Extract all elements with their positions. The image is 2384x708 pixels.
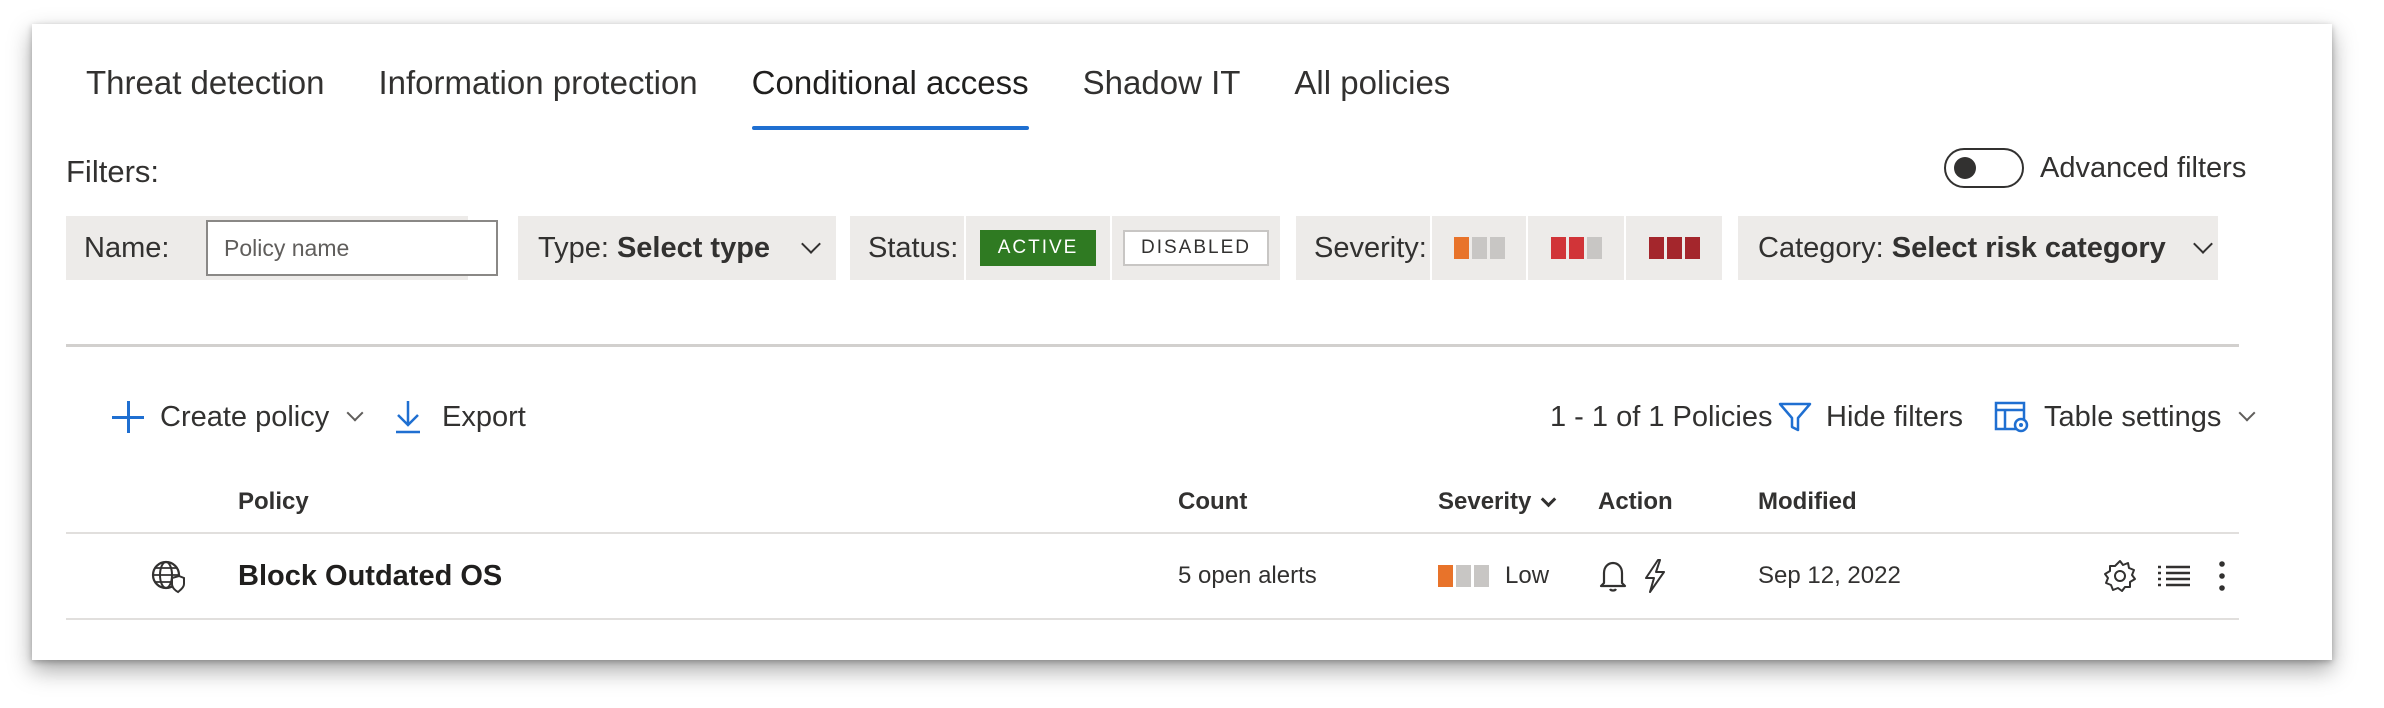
column-header-policy[interactable]: Policy bbox=[238, 488, 309, 516]
severity-label: Low bbox=[1505, 562, 1550, 589]
bell-icon bbox=[1599, 561, 1627, 592]
category-filter[interactable]: Category: Select risk category bbox=[1738, 216, 2218, 280]
column-header-severity[interactable]: Severity bbox=[1438, 488, 1557, 516]
action-cell bbox=[1598, 534, 1668, 618]
status-filter: Status: bbox=[850, 216, 964, 280]
advanced-filters: Advanced filters bbox=[1944, 148, 2246, 188]
settings-button[interactable] bbox=[2102, 534, 2138, 618]
table-header: Policy Count Severity Action Modified bbox=[66, 478, 2239, 534]
severity-filter-label: Severity: bbox=[1314, 231, 1427, 264]
more-vertical-icon bbox=[2219, 561, 2225, 591]
create-policy-label: Create policy bbox=[160, 400, 330, 433]
policy-tabs: Threat detection Information protection … bbox=[86, 38, 1504, 130]
policy-name[interactable]: Block Outdated OS bbox=[238, 534, 502, 618]
column-header-count[interactable]: Count bbox=[1178, 488, 1247, 516]
download-icon bbox=[396, 401, 420, 434]
table-row-divider bbox=[66, 618, 2239, 620]
export-button[interactable]: Export bbox=[394, 392, 526, 442]
tab-all-policies[interactable]: All policies bbox=[1294, 38, 1450, 130]
table-settings-button[interactable]: Table settings bbox=[1994, 392, 2256, 442]
filter-icon bbox=[1778, 402, 1812, 432]
export-label: Export bbox=[442, 400, 526, 433]
chevron-down-icon bbox=[801, 234, 821, 254]
table-settings-icon bbox=[1994, 401, 2029, 433]
plus-icon bbox=[112, 401, 144, 433]
policy-count-text: 1 - 1 of 1 Policies bbox=[1550, 400, 1773, 433]
table-settings-label: Table settings bbox=[2044, 400, 2222, 433]
section-divider bbox=[66, 344, 2239, 347]
status-disabled-option[interactable]: DISABLED bbox=[1112, 216, 1280, 280]
list-icon bbox=[2158, 565, 2190, 587]
column-header-modified[interactable]: Modified bbox=[1758, 488, 1857, 516]
severity-cell: Low bbox=[1438, 534, 1549, 618]
lightning-icon bbox=[1645, 559, 1665, 593]
hide-filters-button[interactable]: Hide filters bbox=[1778, 392, 1963, 442]
column-header-action[interactable]: Action bbox=[1598, 488, 1673, 516]
filters-label: Filters: bbox=[66, 154, 159, 189]
severity-medium-icon bbox=[1550, 237, 1602, 259]
status-disabled-badge: DISABLED bbox=[1123, 230, 1269, 266]
severity-filter: Severity: bbox=[1296, 216, 1430, 280]
tab-information-protection[interactable]: Information protection bbox=[378, 38, 697, 130]
toggle-knob bbox=[1954, 157, 1976, 179]
policy-name-input[interactable]: Policy name bbox=[206, 220, 498, 276]
tab-shadow-it[interactable]: Shadow IT bbox=[1083, 38, 1241, 130]
advanced-filters-label: Advanced filters bbox=[2040, 151, 2247, 184]
severity-medium-option[interactable] bbox=[1528, 216, 1624, 280]
type-filter-value: Select type bbox=[616, 231, 771, 264]
details-list-button[interactable] bbox=[2156, 534, 2192, 618]
status-active-badge: ACTIVE bbox=[979, 230, 1097, 266]
policy-type-cell bbox=[150, 534, 186, 618]
globe-shield-icon bbox=[151, 560, 185, 594]
severity-low-icon bbox=[1453, 237, 1505, 259]
severity-high-option[interactable] bbox=[1626, 216, 1722, 280]
sort-descending-icon bbox=[1541, 491, 1557, 507]
gear-icon bbox=[2104, 560, 2136, 592]
type-filter-label: Type: bbox=[538, 231, 609, 264]
category-filter-value: Select risk category bbox=[1891, 231, 2166, 264]
tab-conditional-access[interactable]: Conditional access bbox=[751, 38, 1029, 130]
name-filter-label: Name: bbox=[84, 231, 170, 264]
more-options-button[interactable] bbox=[2216, 534, 2228, 618]
type-filter[interactable]: Type: Select type bbox=[518, 216, 836, 280]
table-toolbar: Create policy Export 1 - 1 of 1 Policies… bbox=[66, 392, 2256, 442]
policy-count: 1 - 1 of 1 Policies bbox=[1550, 392, 1772, 442]
table-row[interactable]: Block Outdated OS 5 open alerts Low Sep … bbox=[66, 534, 2239, 618]
modified-date: Sep 12, 2022 bbox=[1758, 562, 1901, 589]
tab-threat-detection[interactable]: Threat detection bbox=[86, 38, 324, 130]
chevron-down-icon bbox=[2192, 234, 2213, 254]
category-filter-label: Category: bbox=[1758, 231, 1884, 264]
create-policy-button[interactable]: Create policy bbox=[112, 392, 364, 442]
hide-filters-label: Hide filters bbox=[1826, 400, 1963, 433]
column-header-severity-label: Severity bbox=[1438, 488, 1532, 515]
severity-high-icon bbox=[1648, 237, 1700, 259]
status-filter-label: Status: bbox=[868, 231, 959, 264]
severity-low-option[interactable] bbox=[1432, 216, 1526, 280]
alert-count[interactable]: 5 open alerts bbox=[1178, 534, 1317, 618]
chevron-down-icon bbox=[2238, 404, 2256, 422]
severity-low-icon bbox=[1438, 565, 1489, 587]
status-active-option[interactable]: ACTIVE bbox=[966, 216, 1110, 280]
advanced-filters-toggle[interactable] bbox=[1944, 148, 2024, 188]
chevron-down-icon bbox=[346, 404, 364, 422]
